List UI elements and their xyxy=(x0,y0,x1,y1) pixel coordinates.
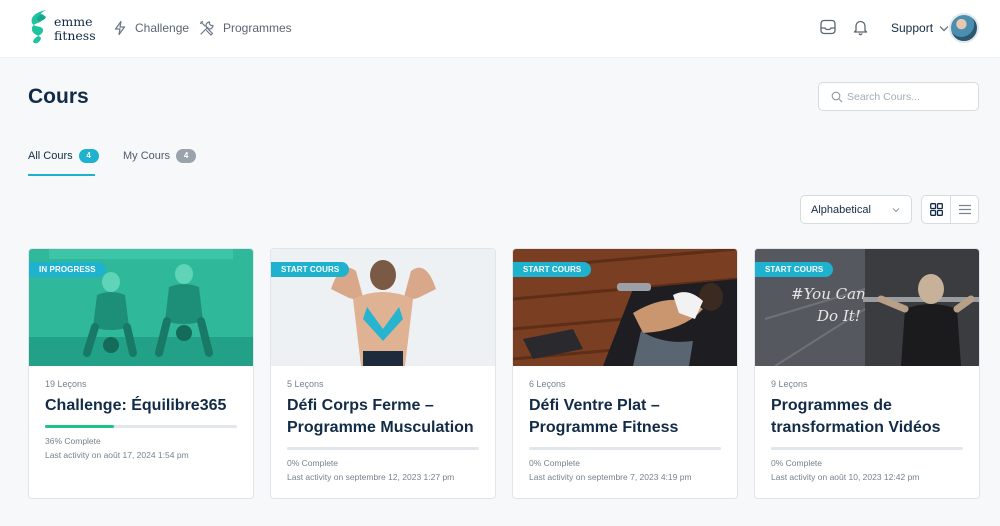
grid-icon xyxy=(930,203,943,216)
active-tab-indicator xyxy=(28,174,95,176)
chevron-down-icon xyxy=(939,25,949,31)
sort-selected-value: Alphabetical xyxy=(811,204,871,216)
nav-item-label: Challenge xyxy=(135,21,190,35)
course-card[interactable]: #You Can Do It! START COURS 9 Leçons Pro… xyxy=(754,248,980,499)
top-header: emme fitness Challenge Programmes Suppor… xyxy=(0,0,1000,58)
course-title[interactable]: Challenge: Équilibre365 xyxy=(45,395,245,417)
search-icon xyxy=(831,91,843,103)
last-activity: Last activity on août 10, 2023 12:42 pm xyxy=(771,472,920,482)
completion-text: 0% Complete xyxy=(771,458,823,468)
thumb-overlay-text-2: Do It! xyxy=(816,307,861,325)
progress-bar xyxy=(287,447,479,450)
nav-item-challenge[interactable]: Challenge xyxy=(112,18,189,38)
inbox-icon[interactable] xyxy=(819,18,837,36)
progress-fill xyxy=(45,425,115,428)
tab-all-cours[interactable]: All Cours 4 xyxy=(28,149,99,163)
brand-line-1: emme xyxy=(54,14,93,29)
progress-bar xyxy=(45,425,237,428)
lesson-count: 19 Leçons xyxy=(45,379,87,389)
status-badge: START COURS xyxy=(271,262,350,277)
list-view-button[interactable] xyxy=(951,196,979,223)
bell-icon[interactable] xyxy=(852,18,869,36)
tab-label: My Cours xyxy=(123,150,171,162)
lesson-count: 6 Leçons xyxy=(529,379,566,389)
lesson-count: 5 Leçons xyxy=(287,379,324,389)
course-card[interactable]: START COURS 6 Leçons Défi Ventre Plat – … xyxy=(512,248,738,499)
last-activity: Last activity on août 17, 2024 1:54 pm xyxy=(45,450,189,460)
thumb-overlay-text-1: #You Can xyxy=(791,285,866,303)
support-label: Support xyxy=(891,21,934,35)
course-thumbnail[interactable]: #You Can Do It! START COURS xyxy=(755,249,979,366)
course-thumbnail[interactable]: IN PROGRESS xyxy=(29,249,253,366)
logo-mark-icon xyxy=(31,10,46,44)
course-card[interactable]: START COURS 5 Leçons Défi Corps Ferme – … xyxy=(270,248,496,499)
nav-item-programmes[interactable]: Programmes xyxy=(198,18,292,38)
last-activity: Last activity on septembre 7, 2023 4:19 … xyxy=(529,472,692,482)
nav-item-label: Programmes xyxy=(223,21,292,35)
completion-text: 0% Complete xyxy=(287,458,339,468)
user-avatar[interactable] xyxy=(949,13,979,43)
course-card[interactable]: IN PROGRESS 19 Leçons Challenge: Équilib… xyxy=(28,248,254,499)
status-badge: IN PROGRESS xyxy=(29,262,106,277)
course-title[interactable]: Défi Corps Ferme – Programme Musculation xyxy=(287,395,487,439)
completion-text: 0% Complete xyxy=(529,458,581,468)
last-activity: Last activity on septembre 12, 2023 1:27… xyxy=(287,472,455,482)
view-toggle xyxy=(921,195,979,224)
status-badge: START COURS xyxy=(755,262,834,277)
sort-select[interactable]: Alphabetical xyxy=(800,195,912,224)
support-menu[interactable]: Support xyxy=(891,21,949,35)
count-badge: 4 xyxy=(176,149,197,163)
course-thumbnail[interactable]: START COURS xyxy=(271,249,495,366)
progress-bar xyxy=(529,447,721,450)
grid-view-button[interactable] xyxy=(922,196,951,223)
lesson-count: 9 Leçons xyxy=(771,379,808,389)
progress-bar xyxy=(771,447,963,450)
completion-text: 36% Complete xyxy=(45,436,101,446)
status-badge: START COURS xyxy=(513,262,592,277)
lightning-icon xyxy=(114,20,126,36)
course-title[interactable]: Défi Ventre Plat – Programme Fitness xyxy=(529,395,729,439)
brand-logo[interactable]: emme fitness xyxy=(28,8,96,48)
brand-line-2: fitness xyxy=(54,28,96,43)
tab-label: All Cours xyxy=(28,150,73,162)
page-title: Cours xyxy=(28,85,89,108)
course-title[interactable]: Programmes de transformation Vidéos xyxy=(771,395,971,439)
list-icon xyxy=(959,204,971,215)
count-badge: 4 xyxy=(78,149,99,163)
search-box[interactable] xyxy=(818,82,979,111)
tools-icon xyxy=(199,20,214,36)
tab-my-cours[interactable]: My Cours 4 xyxy=(123,149,197,163)
chevron-down-icon xyxy=(892,208,900,213)
course-thumbnail[interactable]: START COURS xyxy=(513,249,737,366)
brand-name: emme fitness xyxy=(54,15,96,43)
search-input[interactable] xyxy=(847,89,972,105)
